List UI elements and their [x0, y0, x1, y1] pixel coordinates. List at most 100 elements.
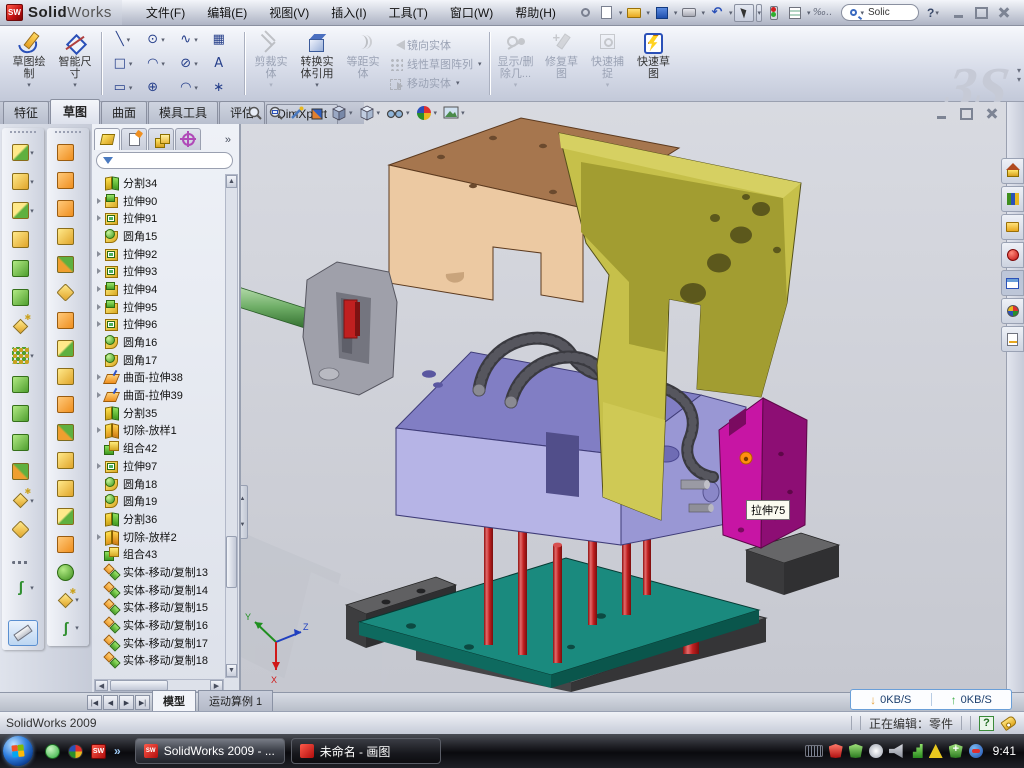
- tray-shield-plus-icon[interactable]: [949, 744, 963, 758]
- last-tab-button[interactable]: ▶|: [135, 695, 150, 710]
- toolbar-icon-button[interactable]: ▾: [47, 530, 89, 558]
- minimize-button[interactable]: [950, 5, 967, 20]
- toolbar-icon-button[interactable]: ▾: [47, 278, 89, 306]
- feature-tree-item[interactable]: 组合42: [94, 439, 224, 457]
- sketch-entity-button[interactable]: ▭ ▾: [107, 76, 140, 100]
- sketch-entity-button[interactable]: ⊙ ▾: [140, 28, 173, 52]
- new-document-icon[interactable]: [597, 4, 617, 22]
- tab-configuration-manager[interactable]: [148, 128, 174, 150]
- sketch-entity-button[interactable]: ∗ ▾: [206, 76, 239, 100]
- feature-tree-item[interactable]: 圆角16: [94, 333, 224, 351]
- start-button[interactable]: [3, 736, 33, 766]
- tag-icon[interactable]: [1000, 715, 1017, 731]
- restore-button[interactable]: [973, 5, 990, 20]
- command-tab[interactable]: 特征: [3, 101, 49, 124]
- scroll-left-button[interactable]: ◀: [95, 680, 108, 691]
- menu-item[interactable]: 文件(F): [136, 1, 195, 24]
- magic-wand-icon[interactable]: [289, 105, 305, 121]
- sketch-entity-button[interactable]: ▦ ▾: [206, 28, 239, 52]
- menu-item[interactable]: 工具(T): [379, 1, 438, 24]
- feature-tree-item[interactable]: 切除-放样2: [94, 528, 224, 546]
- sketch-entity-button[interactable]: ⊕ ▾: [140, 76, 173, 100]
- ribbon-big-button[interactable]: 显示/删除几... ▾: [493, 28, 539, 99]
- feature-tree-item[interactable]: 拉伸92: [94, 245, 224, 263]
- tab-design-library[interactable]: [1001, 186, 1024, 212]
- toolbar-icon-button[interactable]: ▾: [47, 474, 89, 502]
- doc-minimize-button[interactable]: [933, 106, 950, 121]
- feature-tree-item[interactable]: 实体-移动/复制13: [94, 563, 224, 581]
- help-button[interactable]: ?: [927, 6, 934, 20]
- ribbon-row-button[interactable]: 移动实体 ▾: [389, 75, 483, 91]
- rebuild-icon[interactable]: [764, 4, 784, 22]
- graphics-viewport[interactable]: Y Z X 拉伸75 ▾ ▾ ▾ ▾ ▾ ▲▼: [240, 102, 1006, 692]
- toolbar-icon-button[interactable]: ▾: [47, 166, 89, 194]
- toolbar-icon-button[interactable]: ▾: [2, 196, 44, 225]
- sketch-entity-button[interactable]: ╲ ▾: [107, 28, 140, 52]
- tree-vertical-scrollbar[interactable]: ▲ ▼: [225, 174, 238, 678]
- expand-arrow-icon[interactable]: [97, 321, 101, 327]
- tab-appearances[interactable]: [1001, 298, 1024, 324]
- document-tab[interactable]: 运动算例 1: [198, 690, 273, 711]
- doc-restore-button[interactable]: [958, 106, 975, 121]
- feature-tree-item[interactable]: 切除-放样1: [94, 422, 224, 440]
- select-tool-icon[interactable]: [734, 4, 754, 22]
- document-tab[interactable]: 模型: [152, 690, 196, 711]
- taskbar-task-button[interactable]: 未命名 - 画图: [291, 738, 441, 764]
- ribbon-big-button[interactable]: 智能尺寸 ▾: [52, 28, 98, 99]
- toolbar-icon-button[interactable]: ▾: [2, 138, 44, 167]
- tab-dimxpert-manager[interactable]: [175, 128, 201, 150]
- toolbar-icon-button[interactable]: ▾: [2, 370, 44, 399]
- toolbar-icon-button[interactable]: ▾: [2, 486, 44, 515]
- open-icon[interactable]: [624, 4, 644, 22]
- expand-arrow-icon[interactable]: [97, 392, 101, 398]
- ribbon-big-button[interactable]: 修复草图 ▾: [539, 28, 585, 99]
- tab-view-palette[interactable]: [1001, 270, 1024, 296]
- view-orientation-icon[interactable]: ▾: [331, 105, 354, 121]
- command-tab[interactable]: 模具工具: [148, 101, 218, 124]
- feature-tree-item[interactable]: 实体-移动/复制17: [94, 634, 224, 652]
- measure-tool-button-pressed[interactable]: [8, 620, 38, 646]
- feature-tree-item[interactable]: 分割34: [94, 174, 224, 192]
- feature-tree-item[interactable]: 分割36: [94, 510, 224, 528]
- toolbar-icon-button[interactable]: ▾: [2, 341, 44, 370]
- expand-arrow-icon[interactable]: [97, 198, 101, 204]
- ribbon-big-button[interactable]: 快速草图 ▾: [631, 28, 677, 99]
- feature-tree-item[interactable]: 拉伸93: [94, 262, 224, 280]
- print-icon[interactable]: [679, 4, 699, 22]
- feature-tree-item[interactable]: 拉伸95: [94, 298, 224, 316]
- tab-solidworks-resources[interactable]: [1001, 158, 1024, 184]
- tray-warning-icon[interactable]: [929, 744, 943, 758]
- ribbon-big-button[interactable]: 剪裁实体 ▾: [248, 28, 294, 99]
- next-tab-button[interactable]: ▶: [119, 695, 134, 710]
- expand-arrow-icon[interactable]: [97, 251, 101, 257]
- tray-security-alert-icon[interactable]: [829, 744, 843, 758]
- taskbar-task-button[interactable]: SW SolidWorks 2009 - ...: [135, 738, 285, 764]
- feature-tree-item[interactable]: 曲面-拉伸38: [94, 369, 224, 387]
- toolbar-icon-button[interactable]: ▾: [47, 138, 89, 166]
- feature-tree-item[interactable]: 组合43: [94, 545, 224, 563]
- feature-tree-item[interactable]: 圆角19: [94, 492, 224, 510]
- ribbon-big-button[interactable]: 转换实体引用 ▾: [294, 28, 340, 99]
- undo-icon[interactable]: ↶: [707, 4, 727, 22]
- ribbon-big-button[interactable]: 等距实体 ▾: [340, 28, 386, 99]
- toolbar-icon-button[interactable]: ▾: [2, 225, 44, 254]
- toolbar-icon-button[interactable]: ▾: [47, 390, 89, 418]
- taskbar-clock[interactable]: 9:41: [993, 744, 1016, 758]
- scroll-up-button[interactable]: ▲: [226, 175, 237, 188]
- toolbar-icon-button[interactable]: ▾: [2, 428, 44, 457]
- tab-feature-tree[interactable]: [94, 128, 120, 150]
- toolbar-icon-button[interactable]: ▾: [47, 446, 89, 474]
- toolbar-icon-button[interactable]: ▾: [47, 502, 89, 530]
- ribbon-big-button[interactable]: 快速捕捉 ▾: [585, 28, 631, 99]
- feature-tree-item[interactable]: 拉伸97: [94, 457, 224, 475]
- tray-update-icon[interactable]: [869, 744, 883, 758]
- expand-arrow-icon[interactable]: [97, 427, 101, 433]
- close-button[interactable]: [996, 5, 1013, 20]
- scroll-down-button[interactable]: ▼: [226, 664, 237, 677]
- toolbar-icon-button[interactable]: ▾: [2, 312, 44, 341]
- tab-property-manager[interactable]: [121, 128, 147, 150]
- expand-arrow-icon[interactable]: [97, 463, 101, 469]
- scroll-thumb[interactable]: [226, 536, 237, 588]
- tray-antivirus-icon[interactable]: [849, 744, 863, 758]
- sketch-entity-button[interactable]: □ ▾: [107, 52, 140, 76]
